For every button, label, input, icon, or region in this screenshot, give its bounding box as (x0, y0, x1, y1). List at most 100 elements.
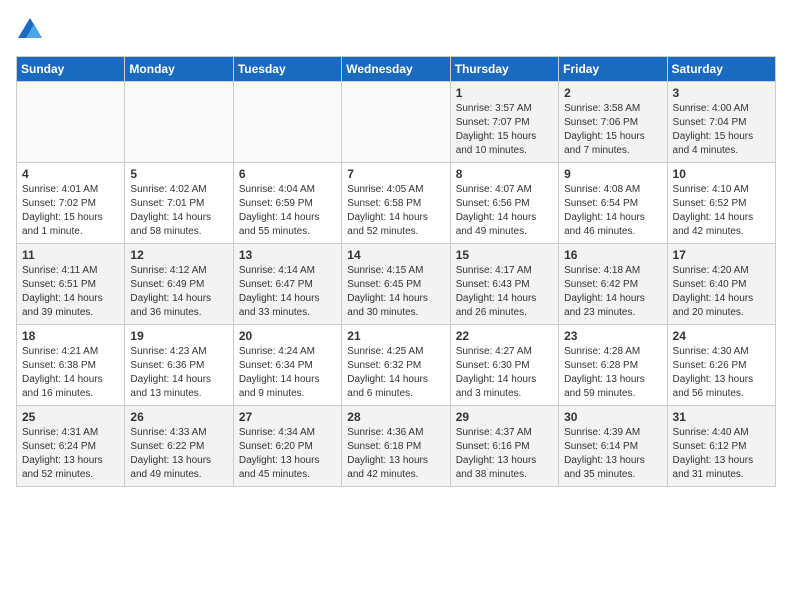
day-info: Sunrise: 4:20 AM Sunset: 6:40 PM Dayligh… (673, 264, 770, 320)
calendar-day-cell: 26 Sunrise: 4:33 AM Sunset: 6:22 PM Dayli… (125, 406, 233, 487)
day-info: Sunrise: 4:05 AM Sunset: 6:58 PM Dayligh… (347, 183, 444, 239)
calendar-table: SundayMondayTuesdayWednesdayThursdayFrid… (16, 56, 776, 487)
day-number: 19 (130, 329, 227, 343)
day-number: 14 (347, 248, 444, 262)
calendar-day-cell: 8Sunrise: 4:07 AM Sunset: 6:56 PM Daylig… (450, 163, 558, 244)
day-info: Sunrise: 4:31 AM Sunset: 6:24 PM Dayligh… (22, 426, 119, 482)
day-number: 23 (564, 329, 661, 343)
day-info: Sunrise: 4:07 AM Sunset: 6:56 PM Dayligh… (456, 183, 553, 239)
day-info: Sunrise: 4:17 AM Sunset: 6:43 PM Dayligh… (456, 264, 553, 320)
calendar-day-cell (233, 82, 341, 163)
day-info: Sunrise: 4:12 AM Sunset: 6:49 PM Dayligh… (130, 264, 227, 320)
day-number: 11 (22, 248, 119, 262)
day-info: Sunrise: 4:00 AM Sunset: 7:04 PM Dayligh… (673, 102, 770, 158)
weekday-header-wednesday: Wednesday (342, 57, 450, 82)
day-number: 10 (673, 167, 770, 181)
calendar-week-row: 25 Sunrise: 4:31 AM Sunset: 6:24 PM Dayli… (17, 406, 776, 487)
calendar-day-cell: 15 Sunrise: 4:17 AM Sunset: 6:43 PM Dayli… (450, 244, 558, 325)
calendar-day-cell: 14 Sunrise: 4:15 AM Sunset: 6:45 PM Dayli… (342, 244, 450, 325)
day-number: 27 (239, 410, 336, 424)
calendar-day-cell: 13 Sunrise: 4:14 AM Sunset: 6:47 PM Dayli… (233, 244, 341, 325)
day-number: 20 (239, 329, 336, 343)
calendar-day-cell: 31 Sunrise: 4:40 AM Sunset: 6:12 PM Dayli… (667, 406, 775, 487)
calendar-day-cell: 2 Sunrise: 3:58 AM Sunset: 7:06 PM Daylig… (559, 82, 667, 163)
day-number: 13 (239, 248, 336, 262)
calendar-week-row: 18 Sunrise: 4:21 AM Sunset: 6:38 PM Dayli… (17, 325, 776, 406)
calendar-week-row: 11 Sunrise: 4:11 AM Sunset: 6:51 PM Dayli… (17, 244, 776, 325)
calendar-day-cell: 7 Sunrise: 4:05 AM Sunset: 6:58 PM Daylig… (342, 163, 450, 244)
day-number: 4 (22, 167, 119, 181)
day-number: 31 (673, 410, 770, 424)
calendar-day-cell: 17 Sunrise: 4:20 AM Sunset: 6:40 PM Dayli… (667, 244, 775, 325)
day-info: Sunrise: 4:39 AM Sunset: 6:14 PM Dayligh… (564, 426, 661, 482)
day-info: Sunrise: 4:40 AM Sunset: 6:12 PM Dayligh… (673, 426, 770, 482)
page-header (16, 16, 776, 44)
calendar-day-cell (342, 82, 450, 163)
day-info: Sunrise: 4:02 AM Sunset: 7:01 PM Dayligh… (130, 183, 227, 239)
day-number: 18 (22, 329, 119, 343)
calendar-day-cell: 16Sunrise: 4:18 AM Sunset: 6:42 PM Dayli… (559, 244, 667, 325)
calendar-day-cell: 23Sunrise: 4:28 AM Sunset: 6:28 PM Dayli… (559, 325, 667, 406)
day-number: 5 (130, 167, 227, 181)
weekday-header-friday: Friday (559, 57, 667, 82)
day-info: Sunrise: 4:10 AM Sunset: 6:52 PM Dayligh… (673, 183, 770, 239)
weekday-header-tuesday: Tuesday (233, 57, 341, 82)
day-number: 17 (673, 248, 770, 262)
calendar-day-cell: 21Sunrise: 4:25 AM Sunset: 6:32 PM Dayli… (342, 325, 450, 406)
calendar-day-cell: 24 Sunrise: 4:30 AM Sunset: 6:26 PM Dayli… (667, 325, 775, 406)
calendar-day-cell: 19 Sunrise: 4:23 AM Sunset: 6:36 PM Dayli… (125, 325, 233, 406)
day-number: 26 (130, 410, 227, 424)
calendar-day-cell: 25 Sunrise: 4:31 AM Sunset: 6:24 PM Dayli… (17, 406, 125, 487)
day-info: Sunrise: 4:24 AM Sunset: 6:34 PM Dayligh… (239, 345, 336, 401)
calendar-day-cell: 29 Sunrise: 4:37 AM Sunset: 6:16 PM Dayli… (450, 406, 558, 487)
calendar-day-cell: 12 Sunrise: 4:12 AM Sunset: 6:49 PM Dayli… (125, 244, 233, 325)
calendar-day-cell (17, 82, 125, 163)
weekday-header-saturday: Saturday (667, 57, 775, 82)
day-info: Sunrise: 4:27 AM Sunset: 6:30 PM Dayligh… (456, 345, 553, 401)
day-number: 29 (456, 410, 553, 424)
day-info: Sunrise: 4:15 AM Sunset: 6:45 PM Dayligh… (347, 264, 444, 320)
day-number: 12 (130, 248, 227, 262)
day-number: 2 (564, 86, 661, 100)
calendar-week-row: 4Sunrise: 4:01 AM Sunset: 7:02 PM Daylig… (17, 163, 776, 244)
weekday-header-sunday: Sunday (17, 57, 125, 82)
day-info: Sunrise: 4:04 AM Sunset: 6:59 PM Dayligh… (239, 183, 336, 239)
day-info: Sunrise: 4:33 AM Sunset: 6:22 PM Dayligh… (130, 426, 227, 482)
day-info: Sunrise: 4:34 AM Sunset: 6:20 PM Dayligh… (239, 426, 336, 482)
calendar-day-cell: 20 Sunrise: 4:24 AM Sunset: 6:34 PM Dayli… (233, 325, 341, 406)
day-number: 9 (564, 167, 661, 181)
day-info: Sunrise: 4:08 AM Sunset: 6:54 PM Dayligh… (564, 183, 661, 239)
day-info: Sunrise: 4:37 AM Sunset: 6:16 PM Dayligh… (456, 426, 553, 482)
day-info: Sunrise: 4:14 AM Sunset: 6:47 PM Dayligh… (239, 264, 336, 320)
calendar-day-cell: 30 Sunrise: 4:39 AM Sunset: 6:14 PM Dayli… (559, 406, 667, 487)
calendar-day-cell: 18 Sunrise: 4:21 AM Sunset: 6:38 PM Dayli… (17, 325, 125, 406)
calendar-day-cell: 5 Sunrise: 4:02 AM Sunset: 7:01 PM Daylig… (125, 163, 233, 244)
day-number: 30 (564, 410, 661, 424)
day-number: 28 (347, 410, 444, 424)
day-number: 21 (347, 329, 444, 343)
day-info: Sunrise: 4:11 AM Sunset: 6:51 PM Dayligh… (22, 264, 119, 320)
day-number: 15 (456, 248, 553, 262)
logo-icon (16, 16, 44, 44)
day-number: 7 (347, 167, 444, 181)
day-number: 24 (673, 329, 770, 343)
logo (16, 16, 48, 44)
day-info: Sunrise: 4:30 AM Sunset: 6:26 PM Dayligh… (673, 345, 770, 401)
day-number: 25 (22, 410, 119, 424)
day-number: 22 (456, 329, 553, 343)
day-number: 6 (239, 167, 336, 181)
calendar-day-cell: 6 Sunrise: 4:04 AM Sunset: 6:59 PM Daylig… (233, 163, 341, 244)
calendar-day-cell: 1 Sunrise: 3:57 AM Sunset: 7:07 PM Daylig… (450, 82, 558, 163)
calendar-day-cell: 27 Sunrise: 4:34 AM Sunset: 6:20 PM Dayli… (233, 406, 341, 487)
day-info: Sunrise: 4:23 AM Sunset: 6:36 PM Dayligh… (130, 345, 227, 401)
day-info: Sunrise: 3:58 AM Sunset: 7:06 PM Dayligh… (564, 102, 661, 158)
day-info: Sunrise: 4:36 AM Sunset: 6:18 PM Dayligh… (347, 426, 444, 482)
day-info: Sunrise: 3:57 AM Sunset: 7:07 PM Dayligh… (456, 102, 553, 158)
weekday-header-monday: Monday (125, 57, 233, 82)
day-info: Sunrise: 4:21 AM Sunset: 6:38 PM Dayligh… (22, 345, 119, 401)
calendar-day-cell: 4Sunrise: 4:01 AM Sunset: 7:02 PM Daylig… (17, 163, 125, 244)
day-number: 3 (673, 86, 770, 100)
calendar-day-cell: 3 Sunrise: 4:00 AM Sunset: 7:04 PM Daylig… (667, 82, 775, 163)
day-number: 1 (456, 86, 553, 100)
calendar-week-row: 1 Sunrise: 3:57 AM Sunset: 7:07 PM Daylig… (17, 82, 776, 163)
